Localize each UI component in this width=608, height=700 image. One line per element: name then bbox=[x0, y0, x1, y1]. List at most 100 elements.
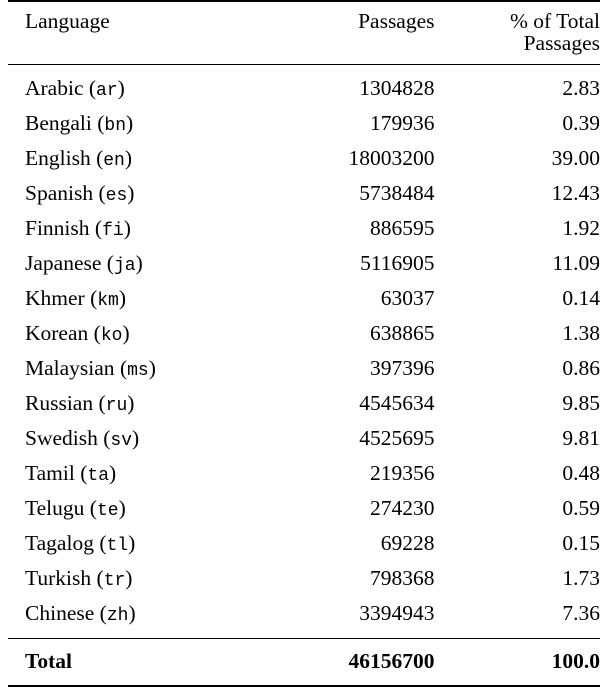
cell-percent: 0.86 bbox=[562, 355, 600, 380]
cell-language: Swedish (sv) bbox=[8, 421, 287, 456]
cell-percent: 0.14 bbox=[562, 285, 600, 310]
cell-percent: 7.36 bbox=[562, 600, 600, 625]
cell-language: Korean (ko) bbox=[8, 316, 287, 351]
language-name: Bengali bbox=[25, 110, 92, 135]
cell-percent: 1.73 bbox=[562, 565, 600, 590]
paren-close: ) bbox=[135, 250, 143, 275]
language-code: te bbox=[96, 500, 119, 521]
cell-percent: 39.00 bbox=[551, 145, 600, 170]
table-row: Swedish (sv) 4525695 9.81 bbox=[8, 421, 600, 456]
cell-language: Turkish (tr) bbox=[8, 561, 287, 596]
table-row: Turkish (tr) 798368 1.73 bbox=[8, 561, 600, 596]
paren-close: ) bbox=[127, 390, 135, 415]
paren-close: ) bbox=[117, 75, 125, 100]
column-header-language: Language bbox=[25, 9, 110, 33]
total-label: Total bbox=[25, 649, 72, 674]
table-row: Malaysian (ms) 397396 0.86 bbox=[8, 351, 600, 386]
paren-open: ( bbox=[106, 250, 114, 275]
cell-language: Russian (ru) bbox=[8, 386, 287, 421]
cell-percent: 0.59 bbox=[562, 495, 600, 520]
language-name: Spanish bbox=[25, 180, 94, 205]
cell-percent: 9.81 bbox=[562, 425, 600, 450]
language-code: zh bbox=[106, 605, 129, 626]
cell-percent: 1.92 bbox=[562, 215, 600, 240]
table-row: Finnish (fi) 886595 1.92 bbox=[8, 211, 600, 246]
cell-passages: 274230 bbox=[370, 495, 435, 520]
cell-passages: 3394943 bbox=[359, 600, 435, 625]
language-code: ko bbox=[100, 325, 123, 346]
paren-open: ( bbox=[88, 75, 97, 100]
cell-language: Khmer (km) bbox=[8, 281, 287, 316]
cell-percent: 2.83 bbox=[562, 75, 600, 100]
language-code: en bbox=[103, 150, 125, 171]
paren-open: ( bbox=[99, 600, 107, 625]
cell-passages: 638865 bbox=[370, 320, 435, 345]
language-code: tl bbox=[106, 535, 129, 556]
cell-language: Chinese (zh) bbox=[8, 596, 287, 631]
language-code: ta bbox=[87, 465, 110, 486]
language-name: Telugu bbox=[25, 495, 85, 520]
paren-open: ( bbox=[99, 530, 107, 555]
table-row: Telugu (te) 274230 0.59 bbox=[8, 491, 600, 526]
table-row: Russian (ru) 4545634 9.85 bbox=[8, 386, 600, 421]
language-code: tr bbox=[103, 570, 126, 591]
table-row: Khmer (km) 63037 0.14 bbox=[8, 281, 600, 316]
table-row: Arabic (ar) 1304828 2.83 bbox=[8, 71, 600, 106]
cell-language: Arabic (ar) bbox=[8, 71, 287, 106]
table-row: Bengali (bn) 179936 0.39 bbox=[8, 106, 600, 141]
cell-language: Tamil (ta) bbox=[8, 456, 287, 491]
total-percent: 100.0 bbox=[551, 649, 600, 674]
paren-close: ) bbox=[118, 495, 126, 520]
cell-passages: 4545634 bbox=[359, 390, 435, 415]
paren-close: ) bbox=[127, 180, 135, 205]
paren-close: ) bbox=[124, 145, 133, 170]
table-footer: Total 46156700 100.0 bbox=[8, 638, 600, 688]
cell-language: Malaysian (ms) bbox=[8, 351, 287, 386]
table-row: Tamil (ta) 219356 0.48 bbox=[8, 456, 600, 491]
table-row: Chinese (zh) 3394943 7.36 bbox=[8, 596, 600, 631]
language-name: Arabic bbox=[25, 75, 84, 100]
language-name: Turkish bbox=[25, 565, 92, 590]
body-gap bbox=[8, 631, 600, 639]
cell-language: Tagalog (tl) bbox=[8, 526, 287, 561]
paren-close: ) bbox=[123, 215, 131, 240]
language-code: ja bbox=[113, 255, 136, 276]
cell-passages: 219356 bbox=[370, 460, 435, 485]
cell-language: Finnish (fi) bbox=[8, 211, 287, 246]
cell-percent: 9.85 bbox=[562, 390, 600, 415]
cell-language: English (en) bbox=[8, 141, 287, 176]
cell-passages: 4525695 bbox=[359, 425, 435, 450]
paren-open: ( bbox=[93, 320, 101, 345]
cell-passages: 179936 bbox=[370, 110, 435, 135]
paren-open: ( bbox=[96, 565, 104, 590]
cell-language: Telugu (te) bbox=[8, 491, 287, 526]
language-code: km bbox=[97, 290, 119, 311]
language-name: Chinese bbox=[25, 600, 95, 625]
language-code: bn bbox=[104, 115, 127, 136]
total-passages: 46156700 bbox=[348, 649, 435, 674]
cell-percent: 1.38 bbox=[562, 320, 600, 345]
paren-close: ) bbox=[128, 530, 136, 555]
column-header-passages: Passages bbox=[358, 9, 435, 33]
cell-language: Spanish (es) bbox=[8, 176, 287, 211]
paren-open: ( bbox=[98, 390, 106, 415]
cell-passages: 886595 bbox=[370, 215, 435, 240]
language-code: ru bbox=[105, 395, 128, 416]
paren-open: ( bbox=[98, 180, 106, 205]
language-name: English bbox=[25, 145, 91, 170]
table-row: Japanese (ja) 5116905 11.09 bbox=[8, 246, 600, 281]
paren-open: ( bbox=[94, 215, 103, 240]
total-row: Total 46156700 100.0 bbox=[8, 639, 600, 686]
language-code: es bbox=[105, 185, 128, 206]
header-row: Language Passages % of Total Passages bbox=[8, 2, 600, 65]
cell-percent: 11.09 bbox=[552, 250, 600, 275]
language-name: Tamil bbox=[25, 460, 75, 485]
language-name: Khmer bbox=[25, 285, 85, 310]
table-row: Spanish (es) 5738484 12.43 bbox=[8, 176, 600, 211]
paren-close: ) bbox=[148, 355, 156, 380]
language-name: Malaysian bbox=[25, 355, 115, 380]
paren-close: ) bbox=[122, 320, 130, 345]
language-passages-table: Language Passages % of Total Passages Ar… bbox=[8, 0, 600, 688]
language-code: ar bbox=[96, 80, 118, 101]
table-bottom-rule bbox=[8, 685, 600, 688]
